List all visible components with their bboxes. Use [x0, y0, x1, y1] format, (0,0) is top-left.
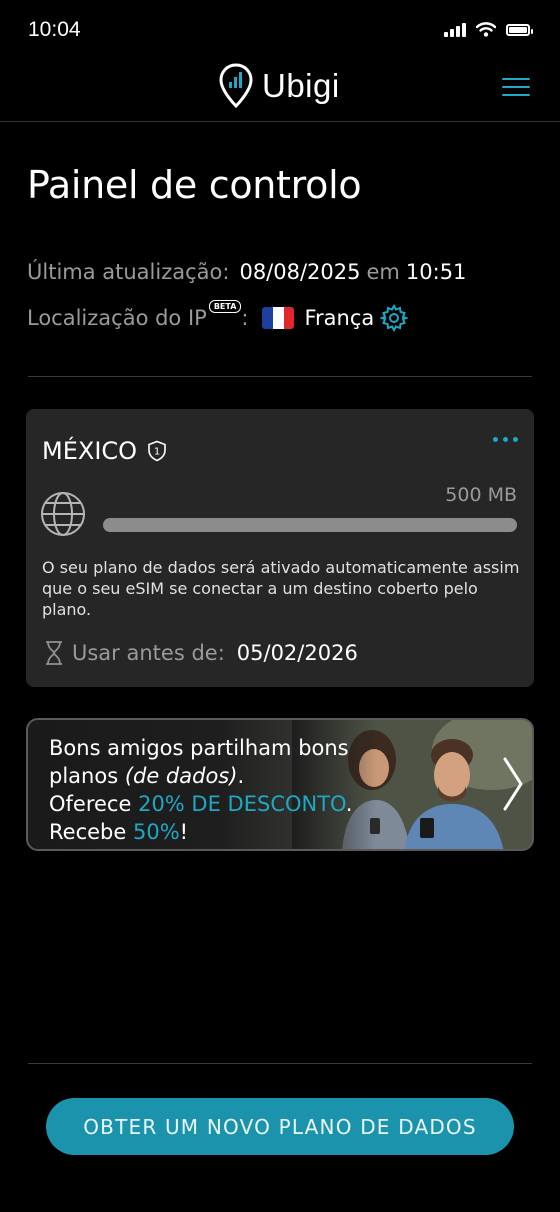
logo-pin-icon [219, 63, 253, 109]
battery-icon [506, 23, 533, 36]
plan-country-row: MÉXICO 1 [42, 437, 167, 465]
app-header: Ubigi [0, 56, 560, 122]
promo-line4-c: ! [179, 820, 189, 844]
referral-promo-banner[interactable]: Bons amigos partilham bons planos (de da… [26, 718, 534, 851]
globe-icon [41, 492, 85, 536]
chevron-right-icon [503, 757, 523, 811]
logo-text: Ubigi [262, 67, 340, 104]
promo-line4-a: Recebe [49, 820, 133, 844]
promo-line3-c: . [345, 792, 353, 816]
ip-country: França [304, 306, 375, 330]
promo-discount: 20% DE DESCONTO [138, 792, 346, 816]
promo-reward: 50% [132, 820, 180, 844]
menu-icon[interactable] [502, 76, 530, 98]
get-new-plan-button[interactable]: OBTER UM NOVO PLANO DE DADOS [46, 1098, 514, 1155]
shield-number: 1 [154, 447, 160, 458]
ip-location-colon: : [241, 306, 249, 330]
page-title: Painel de controlo [27, 163, 362, 207]
use-before-label: Usar antes de: [72, 641, 225, 665]
use-before-date: 05/02/2026 [236, 641, 358, 665]
last-update-row: Última atualização: 08/08/2025 em 10:51 [27, 260, 466, 284]
wifi-icon [476, 22, 496, 37]
status-bar: 10:04 [0, 0, 560, 60]
plan-progress [103, 518, 517, 532]
divider-top [28, 376, 532, 377]
plan-country: MÉXICO [42, 437, 138, 465]
beta-badge: BETA [208, 299, 242, 313]
ip-location-row: Localização do IP BETA : França [27, 299, 409, 332]
status-time: 10:04 [28, 18, 81, 41]
flag-france-icon [262, 307, 295, 329]
ip-location-label: Localização do IP [27, 306, 207, 330]
promo-line3-a: Oferece [49, 792, 139, 816]
promo-line1-a: Bons amigos partilham [49, 736, 299, 760]
shield-icon: 1 [148, 440, 166, 462]
last-update-label: Última atualização: [27, 260, 230, 284]
divider-bottom [28, 1063, 532, 1064]
signal-icon [444, 22, 466, 37]
hourglass-icon [44, 640, 64, 666]
last-update-sep: em [366, 260, 400, 284]
promo-line1-b: bons [298, 736, 349, 760]
more-icon[interactable] [493, 437, 518, 442]
status-icons [444, 22, 533, 37]
last-update-time: 10:51 [405, 260, 467, 284]
promo-line2-b: (de dados) [124, 764, 238, 788]
plan-amount: 500 MB [445, 484, 517, 506]
promo-line2-a: planos [49, 764, 125, 788]
promo-line2-c: . [237, 764, 245, 788]
gear-icon[interactable] [380, 304, 409, 332]
plan-card[interactable]: MÉXICO 1 500 MB O seu plano de dados ser… [26, 409, 534, 687]
plan-description: O seu plano de dados será ativado automa… [42, 558, 520, 619]
logo[interactable]: Ubigi [218, 62, 340, 110]
last-update-date: 08/08/2025 [239, 260, 361, 284]
use-before-row: Usar antes de: 05/02/2026 [44, 640, 358, 666]
promo-text: Bons amigos partilham bons planos (de da… [49, 734, 352, 846]
